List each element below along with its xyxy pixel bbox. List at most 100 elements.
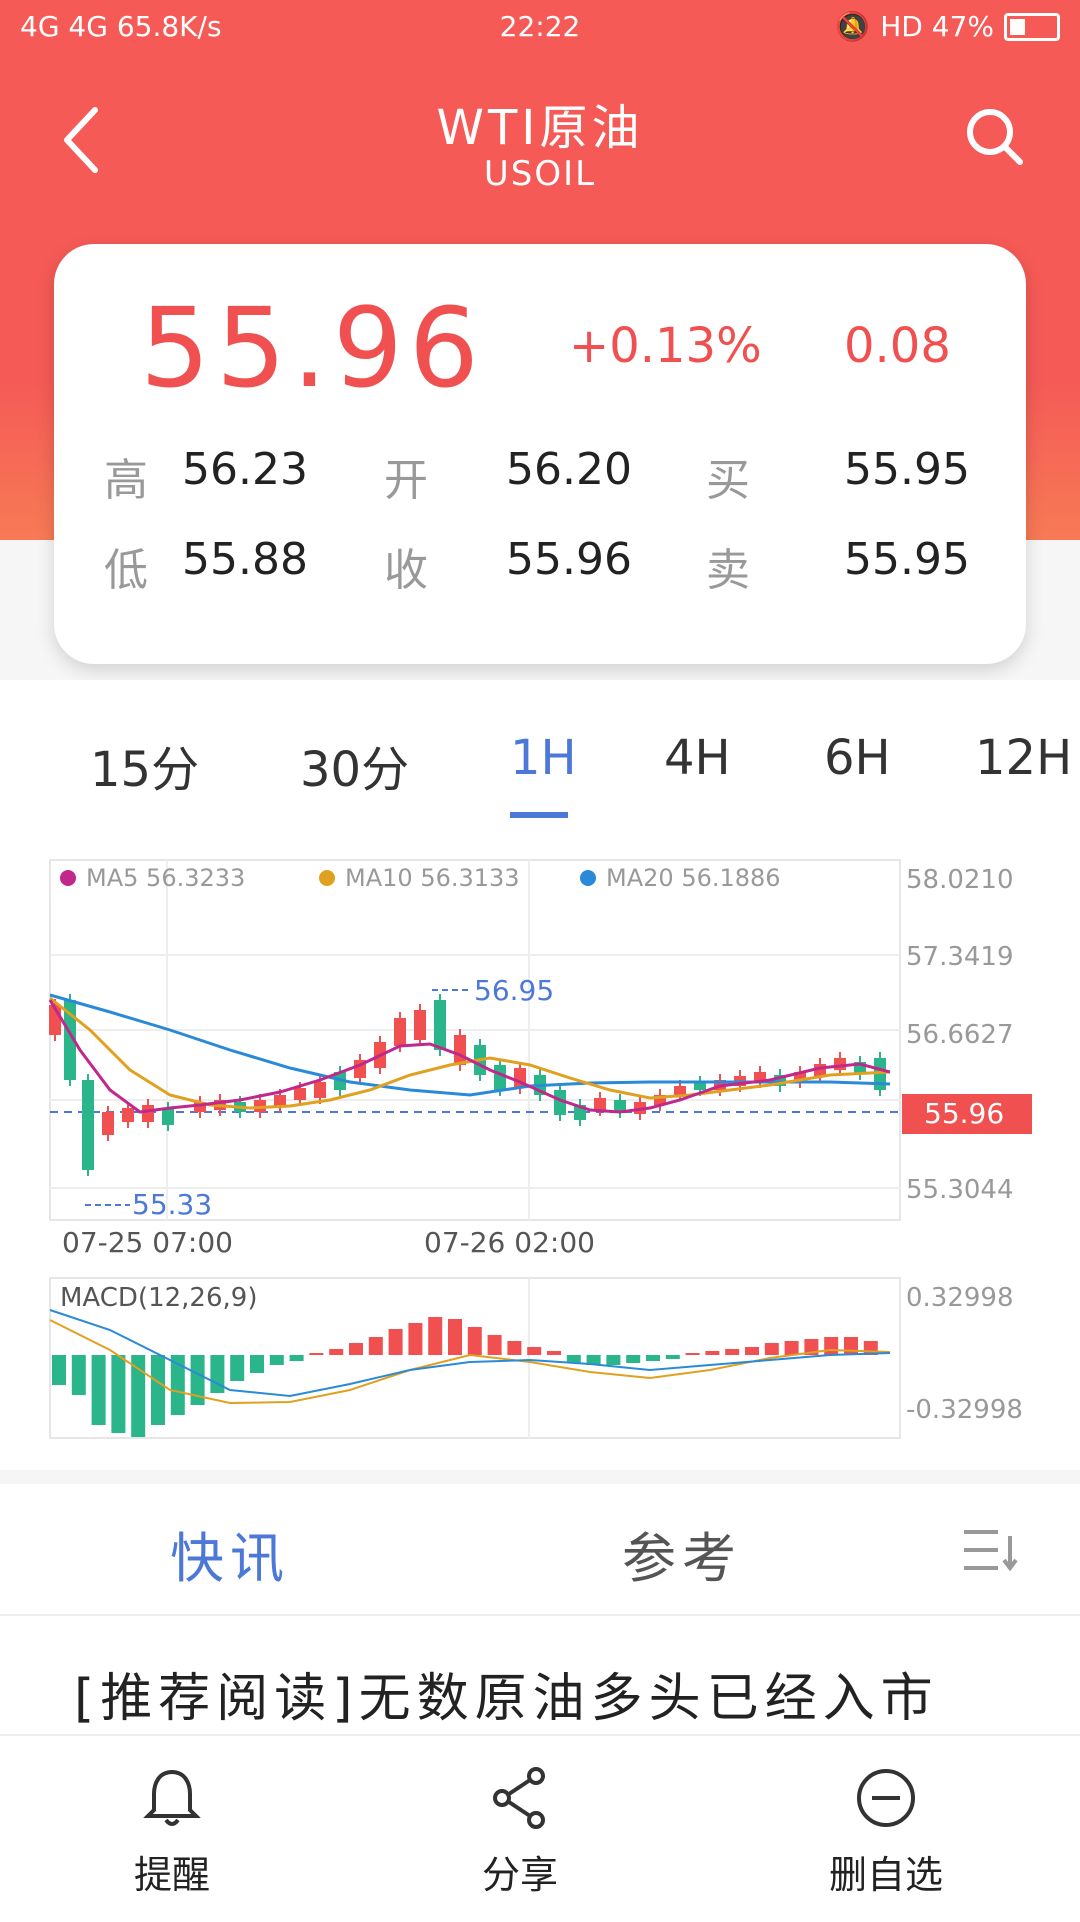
macd-bar: [349, 1343, 363, 1355]
chart-legend: MA5 56.3233 MA10 56.3133 MA20 56.1886: [60, 864, 781, 892]
interval-tabs: 15分 30分 1H 4H 6H 12H: [0, 720, 1080, 820]
close-label: 收: [384, 545, 428, 596]
page-title: WTI原油: [436, 100, 644, 156]
current-price-text: 55.96: [924, 1097, 1004, 1130]
high-value: 56.23: [182, 444, 308, 495]
candle-body: [294, 1088, 306, 1100]
y-axis-ticks: 58.0210 57.3419 56.6627 55.3044: [906, 865, 1014, 1205]
candle-body: [102, 1112, 114, 1135]
macd-bar: [448, 1319, 462, 1355]
list-filter-icon[interactable]: [962, 1526, 1020, 1574]
news-item[interactable]: [推荐阅读]无数原油多头已经入市: [0, 1616, 1080, 1736]
macd-bar: [151, 1355, 165, 1425]
x-label-1: 07-25 07:00: [62, 1226, 233, 1259]
tab-flash[interactable]: 快讯: [170, 1514, 290, 1593]
bottom-bar: 提醒 分享 删自选: [0, 1734, 1080, 1922]
share-label: 分享: [481, 1853, 558, 1897]
quote-row-2: 低 55.88 收 55.96 卖 55.95: [54, 534, 1026, 604]
legend-ma5: MA5 56.3233: [86, 864, 245, 892]
legend-ma10: MA10 56.3133: [345, 864, 520, 892]
macd-bar: [784, 1341, 799, 1355]
legend-ma20-dot: [580, 870, 596, 886]
candle-body: [494, 1065, 506, 1090]
y-tick-5: 55.3044: [906, 1175, 1014, 1205]
macd-bar: [467, 1327, 482, 1355]
search-icon[interactable]: [960, 102, 1030, 172]
tab-30m[interactable]: 30分: [300, 730, 409, 800]
high-label: 高: [104, 455, 148, 506]
macd-bar: [408, 1323, 423, 1355]
candle-body: [674, 1086, 686, 1095]
candle-body: [594, 1098, 606, 1110]
legend-ma5-dot: [60, 870, 76, 886]
macd-bar: [309, 1353, 324, 1355]
page-subtitle: USOIL: [483, 154, 597, 194]
macd-bar: [111, 1355, 126, 1433]
macd-bar: [646, 1355, 660, 1361]
remove-watchlist-button[interactable]: 删自选: [786, 1766, 986, 1899]
open-label: 开: [384, 455, 428, 506]
candle-body: [274, 1095, 286, 1106]
active-tab-indicator: [510, 812, 568, 818]
macd-bar: [527, 1347, 542, 1355]
legend-ma20: MA20 56.1886: [606, 864, 781, 892]
sell-label: 卖: [706, 545, 750, 596]
macd-tick-top: 0.32998: [906, 1283, 1014, 1313]
candle-body: [434, 1000, 446, 1050]
macd-bar: [626, 1355, 641, 1363]
y-tick-2: 57.3419: [906, 942, 1014, 972]
tab-4h[interactable]: 4H: [664, 730, 731, 786]
macd-bar: [745, 1347, 759, 1355]
macd-bar: [844, 1337, 858, 1355]
max-marker: 56.95: [474, 974, 554, 1007]
candle-body: [454, 1035, 466, 1065]
y-tick-1: 58.0210: [906, 865, 1014, 895]
candle-body: [834, 1058, 846, 1070]
macd-bar: [428, 1317, 443, 1355]
battery-text: HD 47%: [880, 10, 994, 43]
low-value: 55.88: [182, 534, 308, 585]
share-icon: [493, 1767, 545, 1829]
candle-body: [122, 1108, 134, 1122]
macd-bar: [210, 1355, 225, 1393]
macd-bar: [289, 1355, 304, 1361]
tab-12h[interactable]: 12H: [975, 730, 1072, 786]
x-label-2: 07-26 02:00: [424, 1226, 595, 1259]
remind-button[interactable]: 提醒: [72, 1766, 272, 1899]
macd-bar: [71, 1355, 86, 1395]
buy-label: 买: [706, 455, 750, 506]
macd-bar: [388, 1329, 403, 1355]
tab-6h[interactable]: 6H: [824, 730, 891, 786]
macd-bar: [52, 1355, 66, 1385]
tab-reference[interactable]: 参考: [622, 1514, 742, 1593]
macd-bar: [230, 1355, 245, 1381]
macd-title: MACD(12,26,9): [60, 1283, 257, 1313]
candle-body: [82, 1080, 94, 1170]
legend-ma10-dot: [319, 870, 335, 886]
macd-bar: [764, 1343, 779, 1355]
macd-bar: [131, 1355, 146, 1437]
tab-15m[interactable]: 15分: [90, 730, 199, 800]
news-tabs: 快讯 参考: [0, 1484, 1080, 1616]
kline-chart[interactable]: MA5 56.3233 MA10 56.3133 MA20 56.1886 58…: [0, 850, 1080, 1450]
top-nav: WTI原油 USOIL: [0, 70, 1080, 210]
share-button[interactable]: 分享: [420, 1766, 620, 1899]
last-price: 55.96: [140, 284, 485, 412]
min-marker: 55.33: [132, 1188, 212, 1221]
macd-bar: [725, 1349, 740, 1355]
candle-body: [314, 1082, 326, 1098]
battery-icon: [1004, 12, 1060, 41]
minus-circle-icon: [857, 1769, 915, 1827]
status-bar: 4G 4G 65.8K/s 22:22 🔕 HD 47%: [0, 0, 1080, 52]
macd-bar: [606, 1355, 621, 1365]
tab-1h[interactable]: 1H: [510, 730, 577, 786]
change-percent: +0.13%: [569, 318, 762, 374]
macd-bar: [329, 1349, 344, 1355]
open-value: 56.20: [506, 444, 632, 495]
macd-bar: [685, 1353, 700, 1355]
mute-icon: 🔕: [835, 10, 871, 43]
low-label: 低: [104, 545, 148, 596]
macd-panel: MACD(12,26,9) 0.32998 -0.32998: [49, 1277, 1023, 1439]
status-right: 🔕 HD 47%: [835, 10, 1060, 43]
macd-bar: [705, 1351, 720, 1355]
